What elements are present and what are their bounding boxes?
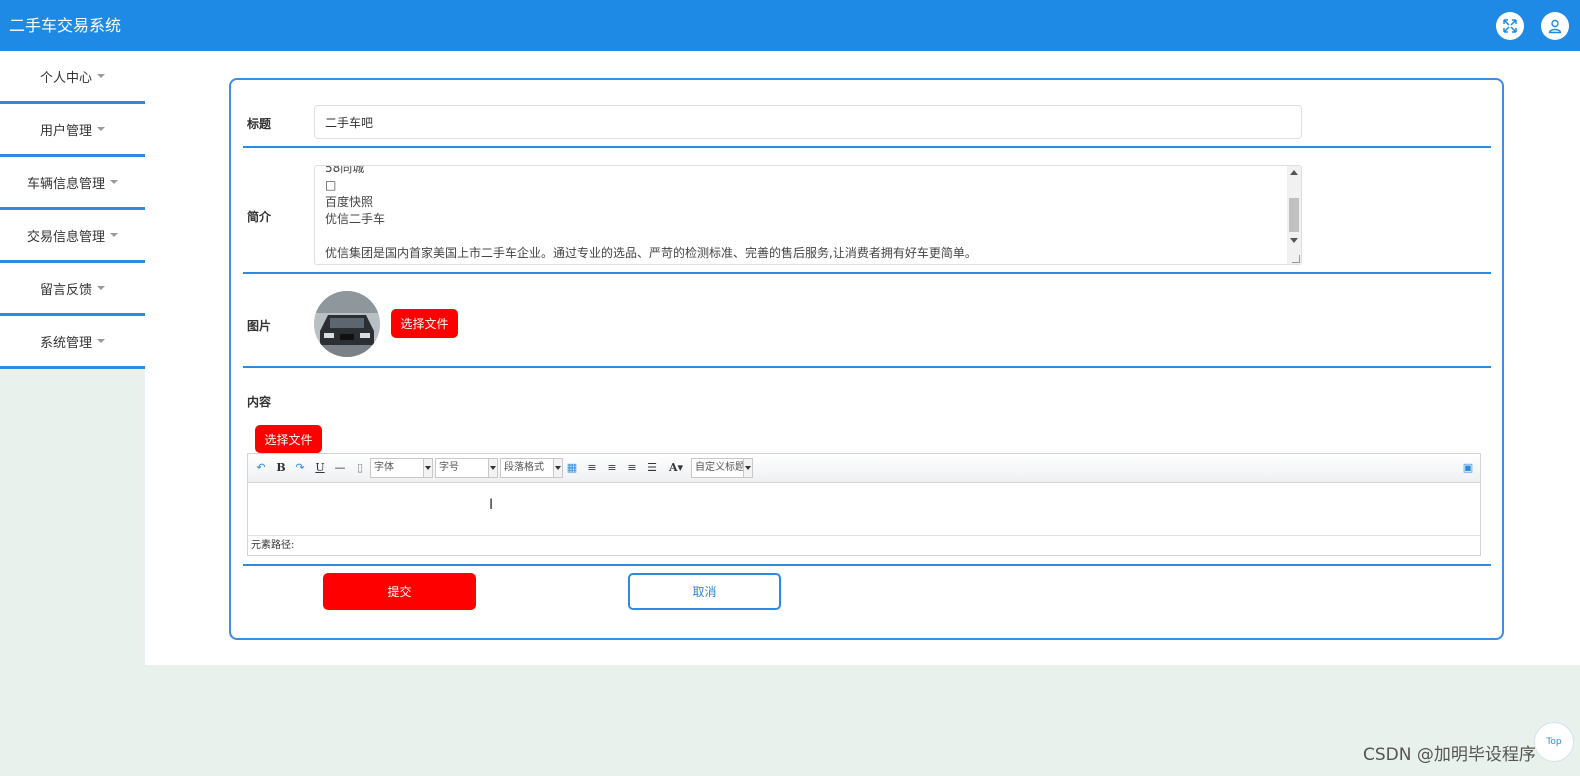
caret-down-icon xyxy=(97,127,105,131)
dropdown-arrow-icon xyxy=(743,459,752,477)
font-size-value: 字号 xyxy=(439,462,459,473)
font-family-value: 字体 xyxy=(374,462,394,473)
align-left-icon[interactable]: ≡ xyxy=(586,460,598,476)
editor-toolbar: ↶ B ↷ U — ▯ 字体 字号 段落格式 ▦ ≡ ≡ ≡ ☰ A▾ 自定义标… xyxy=(248,454,1480,483)
top-header: 二手车交易系统 xyxy=(0,0,1580,51)
sidebar-item-personal-center[interactable]: 个人中心 xyxy=(0,51,145,104)
paragraph-format-select[interactable]: 段落格式 xyxy=(500,458,563,478)
paragraph-format-value: 段落格式 xyxy=(504,462,544,473)
intro-text: 58同城 □ 百度快照 优信二手车 优信集团是国内首家美国上市二手车企业。通过专… xyxy=(325,165,977,260)
document-icon[interactable]: ▯ xyxy=(354,460,366,476)
car-image-thumbnail xyxy=(314,291,380,357)
watermark: CSDN @加明毕设程序 xyxy=(1363,745,1536,765)
redo-icon[interactable]: ↷ xyxy=(294,460,306,476)
user-icon xyxy=(1548,19,1562,34)
user-menu-button[interactable] xyxy=(1541,12,1569,40)
sidebar-item-transaction-info[interactable]: 交易信息管理 xyxy=(0,210,145,263)
caret-down-icon xyxy=(110,180,118,184)
editor-element-path: 元素路径: xyxy=(248,535,1480,555)
editor-content-area[interactable]: I xyxy=(248,483,1480,535)
table-icon[interactable]: ▦ xyxy=(566,460,578,476)
sidebar-item-vehicle-info[interactable]: 车辆信息管理 xyxy=(0,157,145,210)
sidebar-item-label: 用户管理 xyxy=(39,123,92,139)
align-justify-icon[interactable]: ☰ xyxy=(646,460,658,476)
undo-icon[interactable]: ↶ xyxy=(255,460,267,476)
font-size-select[interactable]: 字号 xyxy=(435,458,498,478)
bold-icon[interactable]: B xyxy=(275,460,287,476)
sidebar-item-system-management[interactable]: 系统管理 xyxy=(0,316,145,369)
back-to-top-button[interactable]: Top xyxy=(1534,722,1574,762)
fullscreen-editor-icon[interactable]: ▣ xyxy=(1462,460,1474,476)
scroll-down-icon[interactable] xyxy=(1290,238,1298,243)
dropdown-arrow-icon xyxy=(553,459,562,477)
sidebar-item-label: 交易信息管理 xyxy=(26,229,105,245)
app-title: 二手车交易系统 xyxy=(9,16,122,35)
intro-textarea[interactable]: 58同城 □ 百度快照 优信二手车 优信集团是国内首家美国上市二手车企业。通过专… xyxy=(314,165,1302,265)
intro-scrollbar[interactable] xyxy=(1287,166,1301,264)
custom-title-value: 自定义标题 xyxy=(695,462,745,473)
main-content: 标题 简介 58同城 □ 百度快照 优信二手车 优信集团是国内首家美国上市二手车… xyxy=(145,51,1580,665)
sidebar-item-label: 系统管理 xyxy=(39,335,92,351)
image-choose-file-button[interactable]: 选择文件 xyxy=(391,309,458,338)
align-right-icon[interactable]: ≡ xyxy=(606,460,618,476)
content-label: 内容 xyxy=(247,395,272,409)
divider xyxy=(243,272,1491,274)
intro-label: 简介 xyxy=(247,210,272,224)
sidebar-item-user-management[interactable]: 用户管理 xyxy=(0,104,145,157)
rich-text-editor: ↶ B ↷ U — ▯ 字体 字号 段落格式 ▦ ≡ ≡ ≡ ☰ A▾ 自定义标… xyxy=(247,453,1481,556)
title-label: 标题 xyxy=(247,117,272,131)
text-cursor-icon: I xyxy=(489,497,494,513)
sidebar-item-label: 车辆信息管理 xyxy=(26,176,105,192)
align-center-icon[interactable]: ≡ xyxy=(626,460,638,476)
scroll-thumb[interactable] xyxy=(1289,198,1299,232)
submit-button[interactable]: 提交 xyxy=(323,573,476,610)
content-choose-file-button[interactable]: 选择文件 xyxy=(255,425,322,453)
fullscreen-button[interactable] xyxy=(1496,12,1524,40)
dropdown-arrow-icon xyxy=(488,459,497,477)
sidebar-item-feedback[interactable]: 留言反馈 xyxy=(0,263,145,316)
underline-icon[interactable]: U xyxy=(314,460,326,476)
sidebar: 个人中心 用户管理 车辆信息管理 交易信息管理 留言反馈 系统管理 xyxy=(0,51,145,369)
image-label: 图片 xyxy=(247,319,272,333)
horizontal-rule-icon[interactable]: — xyxy=(334,460,346,476)
sidebar-item-label: 个人中心 xyxy=(39,70,92,86)
dropdown-arrow-icon xyxy=(423,459,432,477)
caret-down-icon xyxy=(97,339,105,343)
caret-down-icon xyxy=(110,233,118,237)
scroll-up-icon[interactable] xyxy=(1290,170,1298,175)
font-color-icon[interactable]: A▾ xyxy=(666,460,686,476)
title-input[interactable] xyxy=(314,105,1302,139)
custom-title-select[interactable]: 自定义标题 xyxy=(691,458,753,478)
fullscreen-icon xyxy=(1503,19,1517,33)
caret-down-icon xyxy=(97,286,105,290)
divider xyxy=(243,146,1491,148)
car-photo xyxy=(314,291,380,357)
caret-down-icon xyxy=(97,74,105,78)
cancel-button[interactable]: 取消 xyxy=(628,573,781,610)
sidebar-item-label: 留言反馈 xyxy=(39,282,92,298)
back-to-top-label: Top xyxy=(1546,737,1562,747)
font-family-select[interactable]: 字体 xyxy=(370,458,433,478)
resize-grip-icon[interactable] xyxy=(1292,255,1300,263)
divider xyxy=(243,366,1491,368)
divider xyxy=(243,564,1491,566)
edit-form: 标题 简介 58同城 □ 百度快照 优信二手车 优信集团是国内首家美国上市二手车… xyxy=(229,78,1504,640)
